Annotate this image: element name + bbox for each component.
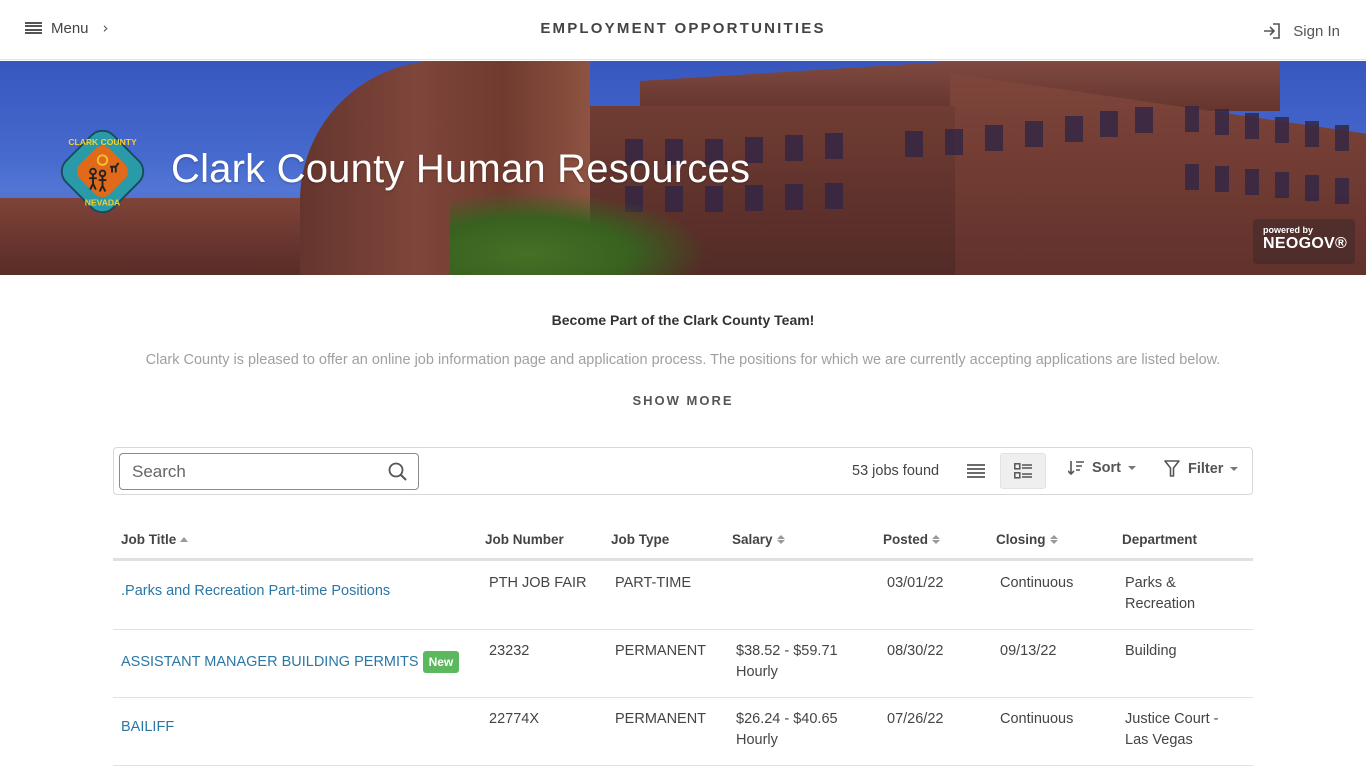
- department: Justice Court - Las Vegas: [1125, 709, 1218, 751]
- department: Building: [1125, 641, 1177, 662]
- job-number: 22774X: [489, 711, 539, 727]
- department-line: Las Vegas: [1125, 732, 1193, 748]
- jobs-found-count: 53 jobs found: [852, 463, 940, 479]
- sort-ascending-icon: [180, 537, 189, 542]
- posted-date: 03/01/22: [887, 575, 944, 591]
- table-header: Job Title Job Number Job Type Salary Pos…: [113, 522, 1253, 561]
- intro-heading: Become Part of the Clark County Team!: [551, 312, 815, 328]
- department-line: Building: [1125, 643, 1177, 659]
- job-type: PART-TIME: [615, 575, 691, 591]
- salary-range: $26.24 - $40.65: [736, 711, 838, 727]
- column-header-salary[interactable]: Salary: [732, 532, 785, 547]
- column-label: Salary: [732, 532, 773, 547]
- column-label: Posted: [883, 532, 929, 547]
- clark-county-logo[interactable]: CLARK COUNTY NEVADA: [55, 124, 150, 219]
- job-title-link[interactable]: ASSISTANT MANAGER BUILDING PERMITS New: [121, 651, 460, 673]
- filter-dropdown[interactable]: Filter: [1164, 460, 1239, 477]
- sort-toggle-icon: [776, 535, 785, 544]
- column-label: Closing: [996, 532, 1046, 547]
- closing-date: Continuous: [1000, 575, 1074, 591]
- column-label: Department: [1122, 532, 1198, 547]
- card-view-button[interactable]: [1000, 453, 1046, 489]
- job-type: PERMANENT: [615, 711, 707, 727]
- closing-date: Continuous: [1000, 711, 1074, 727]
- sort-toggle-icon: [1049, 535, 1058, 544]
- intro-text: Clark County is pleased to offer an onli…: [145, 352, 1221, 368]
- job-title: ASSISTANT MANAGER BUILDING PERMITS: [121, 654, 419, 670]
- sort-dropdown[interactable]: Sort: [1068, 460, 1136, 476]
- show-more-button[interactable]: SHOW MORE: [0, 393, 1366, 408]
- sort-toggle-icon: [932, 535, 941, 544]
- column-header-job-type: Job Type: [611, 532, 669, 547]
- department-line: Recreation: [1125, 596, 1196, 612]
- column-header-closing[interactable]: Closing: [996, 532, 1058, 547]
- table-row: ASSISTANT MANAGER BUILDING PERMITS New 2…: [113, 630, 1253, 698]
- org-title: Clark County Human Resources: [171, 147, 751, 191]
- salary-period: Hourly: [736, 732, 778, 748]
- caret-down-icon: [1128, 466, 1136, 470]
- list-view-icon: [967, 464, 985, 478]
- powered-by-neogov[interactable]: powered by NEOGOV®: [1253, 219, 1355, 264]
- sign-in-label: Sign In: [1293, 22, 1340, 40]
- table-row: .Parks and Recreation Part-time Position…: [113, 562, 1253, 630]
- job-title: BAILIFF: [121, 719, 175, 735]
- column-label: Job Title: [121, 532, 177, 547]
- department-line: Parks &: [1125, 575, 1176, 591]
- posted-date: 08/30/22: [887, 643, 944, 659]
- sort-label: Sort: [1092, 460, 1121, 476]
- neogov-logo-text: NEOGOV®: [1263, 235, 1348, 252]
- posted-date: 07/26/22: [887, 711, 944, 727]
- caret-down-icon: [1230, 466, 1239, 471]
- logo-text-bottom: NEVADA: [85, 198, 120, 208]
- closing-date: 09/13/22: [1000, 643, 1057, 659]
- column-header-job-number: Job Number: [485, 532, 564, 547]
- column-label: Job Number: [485, 532, 564, 547]
- card-view-icon: [1014, 463, 1032, 479]
- page-title: EMPLOYMENT OPPORTUNITIES: [540, 20, 826, 37]
- logo-text-top: CLARK COUNTY: [68, 137, 137, 147]
- job-number: PTH JOB FAIR: [489, 575, 587, 591]
- salary-period: Hourly: [736, 664, 778, 680]
- table-row: BAILIFF 22774X PERMANENT $26.24 - $40.65…: [113, 698, 1253, 766]
- list-view-button[interactable]: [959, 453, 993, 489]
- column-label: Job Type: [611, 532, 670, 547]
- job-number: 23232: [489, 643, 530, 659]
- sign-in-button[interactable]: Sign In: [1263, 22, 1340, 40]
- column-header-job-title[interactable]: Job Title: [121, 532, 189, 547]
- sign-in-icon: [1264, 23, 1281, 39]
- job-toolbar: 53 jobs found Sort Filter: [113, 447, 1253, 495]
- department-line: Justice Court -: [1125, 711, 1219, 727]
- salary-range: $38.52 - $59.71: [736, 643, 838, 659]
- column-header-department: Department: [1122, 532, 1197, 547]
- top-nav: Menu › EMPLOYMENT OPPORTUNITIES Sign In: [0, 0, 1366, 60]
- filter-icon: [1164, 460, 1180, 477]
- sort-icon: [1068, 461, 1084, 476]
- new-badge: New: [422, 651, 460, 673]
- search-box: [119, 453, 419, 490]
- salary: $26.24 - $40.65 Hourly: [736, 709, 838, 751]
- job-title-link[interactable]: BAILIFF: [121, 719, 174, 735]
- powered-by-label: powered by: [1263, 225, 1314, 235]
- salary: $38.52 - $59.71 Hourly: [736, 641, 838, 683]
- search-input[interactable]: [120, 454, 418, 489]
- job-type: PERMANENT: [615, 643, 707, 659]
- filter-label: Filter: [1188, 460, 1224, 477]
- hero-banner: CLARK COUNTY NEVADA Clark County Human R…: [0, 61, 1366, 275]
- column-header-posted[interactable]: Posted: [883, 532, 941, 547]
- department: Parks & Recreation: [1125, 573, 1195, 615]
- job-title: .Parks and Recreation Part-time Position…: [121, 583, 391, 599]
- search-icon[interactable]: [388, 462, 407, 481]
- job-title-link[interactable]: .Parks and Recreation Part-time Position…: [121, 583, 390, 599]
